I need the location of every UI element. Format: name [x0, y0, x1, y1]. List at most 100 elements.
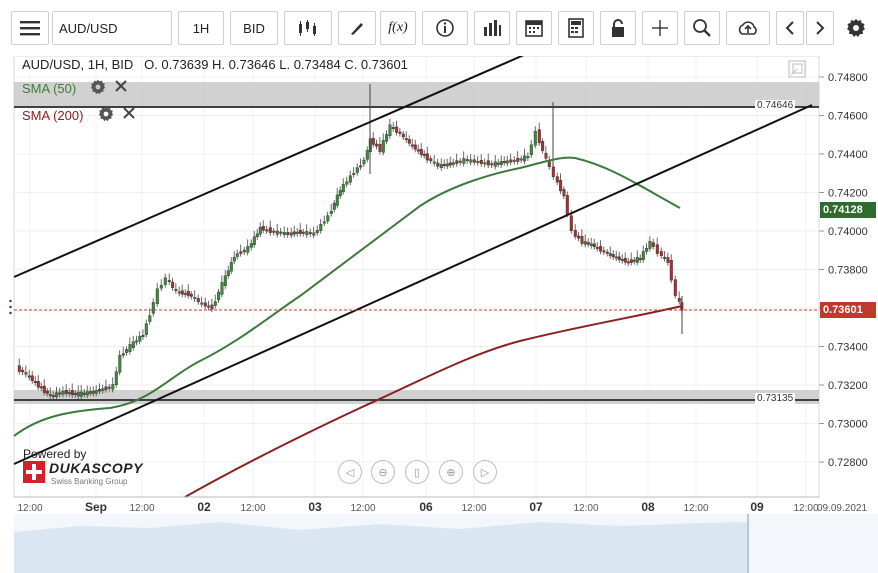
sma-200-settings-button[interactable]: [98, 106, 114, 125]
candle: [348, 175, 352, 183]
candle: [641, 251, 645, 260]
candle: [375, 143, 379, 147]
candle: [381, 140, 385, 153]
candle: [94, 390, 98, 394]
candle: [537, 129, 541, 144]
calendar-button[interactable]: [516, 11, 552, 45]
settings-button[interactable]: [840, 11, 872, 45]
calculator-button[interactable]: [558, 11, 594, 45]
prev-button[interactable]: [776, 11, 804, 45]
indicators-button[interactable]: [474, 11, 510, 45]
candle: [486, 160, 490, 166]
crosshair-button[interactable]: [642, 11, 678, 45]
draw-icon: [351, 23, 363, 35]
chart-type-button[interactable]: [284, 11, 332, 45]
candle: [213, 301, 217, 306]
y-tick-label: 0.73000: [828, 419, 868, 431]
candle: [526, 156, 530, 159]
candle: [626, 261, 630, 264]
candle: [551, 166, 555, 178]
resize-handle[interactable]: [9, 299, 12, 315]
candle: [410, 144, 414, 147]
candle: [27, 375, 31, 378]
candle: [155, 288, 159, 305]
candle: [305, 231, 309, 236]
candle: [36, 381, 40, 388]
candle: [265, 229, 269, 232]
candle: [422, 153, 426, 156]
candle: [268, 227, 272, 233]
candle: [82, 392, 86, 395]
reset-zoom-button[interactable]: ▯: [405, 460, 429, 484]
candle: [655, 244, 659, 254]
candle: [177, 291, 181, 294]
candle: [483, 162, 487, 165]
candle: [203, 302, 207, 307]
candle: [569, 215, 573, 232]
ohlc-values: O. 0.73639 H. 0.73646 L. 0.73484 C. 0.73…: [144, 57, 408, 72]
sma-50-settings-button[interactable]: [90, 79, 106, 98]
candle: [608, 253, 612, 257]
candle: [255, 233, 259, 238]
candle: [496, 162, 500, 165]
candle: [88, 391, 92, 394]
candle: [275, 230, 279, 235]
candle: [30, 375, 34, 381]
candle: [648, 240, 652, 249]
fullscreen-button[interactable]: [788, 60, 806, 78]
candle: [355, 167, 359, 173]
sma-200-label: SMA (200): [22, 108, 84, 123]
function-button[interactable]: f(x): [380, 11, 416, 45]
candle: [159, 284, 163, 289]
x-tick-label: 12:00: [461, 503, 486, 514]
info-button[interactable]: [422, 11, 468, 45]
price-chart[interactable]: 0.74800 0.74600 0.74400 0.74200 0.74000 0.738…: [0, 56, 878, 573]
x-tick-label: 12:00: [240, 503, 265, 514]
zoom-button[interactable]: [684, 11, 720, 45]
candle: [371, 137, 375, 145]
candle: [239, 251, 243, 254]
menu-button[interactable]: [11, 11, 49, 45]
candle: [469, 159, 473, 163]
calendar-icon: [525, 20, 543, 37]
candle: [163, 277, 167, 285]
sma-200-remove-button[interactable]: [122, 106, 136, 123]
sma-50-remove-button[interactable]: [114, 79, 128, 96]
function-icon: f(x): [388, 20, 408, 35]
candle: [210, 304, 214, 310]
cloud-button[interactable]: [726, 11, 770, 45]
y-tick-label: 0.72800: [828, 457, 868, 469]
zoom-in-button[interactable]: ⊕: [439, 460, 463, 484]
timeframe-selector[interactable]: 1H: [178, 11, 224, 45]
candle: [322, 221, 326, 224]
candle: [107, 386, 111, 389]
candle: [577, 235, 581, 239]
last-price-value: 0.73601: [823, 304, 863, 316]
lock-button[interactable]: [600, 11, 636, 45]
zoom-out-button[interactable]: ⊖: [371, 460, 395, 484]
prev-icon: [785, 21, 794, 35]
candle: [432, 161, 436, 164]
next-button[interactable]: [806, 11, 834, 45]
candle: [226, 270, 230, 277]
y-tick-label: 0.74200: [828, 188, 868, 200]
symbol-label: AUD/USD: [59, 20, 118, 36]
candle: [114, 371, 118, 385]
zoom-out-icon: ⊖: [378, 466, 388, 479]
draw-tool-button[interactable]: [338, 11, 376, 45]
side-selector[interactable]: BID: [230, 11, 278, 45]
candle: [362, 159, 366, 165]
candle: [252, 236, 256, 246]
candle: [599, 245, 603, 252]
x-tick-label: 03: [308, 500, 322, 514]
candle: [335, 194, 339, 206]
symbol-selector[interactable]: AUD/USD: [52, 11, 172, 45]
candle: [502, 161, 506, 164]
chart-title: AUD/USD, 1H, BID: [22, 57, 134, 72]
scroll-right-button[interactable]: ▷: [473, 460, 497, 484]
y-tick-label: 0.74000: [828, 226, 868, 238]
candle: [614, 256, 618, 259]
candle: [490, 163, 494, 166]
candle: [499, 161, 503, 166]
scroll-left-button[interactable]: ◁: [338, 460, 362, 484]
